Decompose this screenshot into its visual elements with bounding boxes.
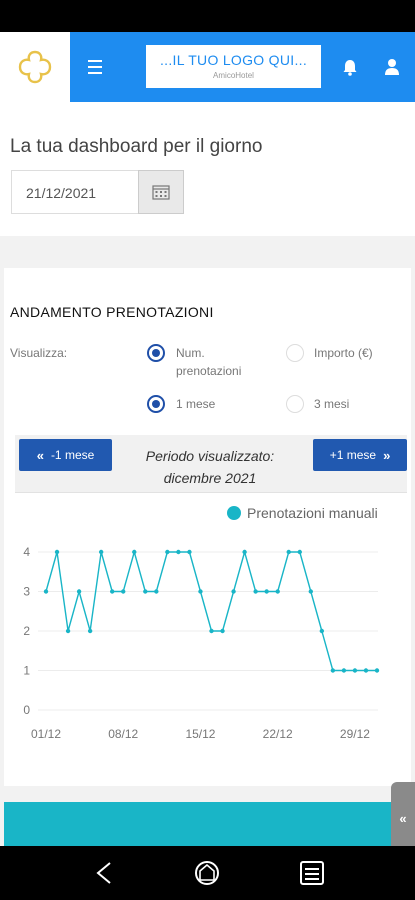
- data-point: [154, 589, 159, 594]
- data-point: [198, 589, 203, 594]
- data-point: [132, 549, 137, 555]
- clover-logo-icon: [18, 50, 52, 84]
- data-point: [187, 549, 192, 555]
- data-point: [253, 589, 258, 594]
- brand-logo[interactable]: [0, 32, 70, 102]
- data-point: [76, 589, 82, 594]
- x-tick-label: 15/12: [185, 727, 215, 741]
- legend-series-marker: [227, 506, 241, 520]
- data-point: [330, 668, 336, 673]
- radio-label-3-mesi: 3 mesi: [314, 397, 350, 411]
- data-point: [209, 628, 214, 634]
- visualize-label: Visualizza:: [10, 346, 68, 360]
- hotel-logo-placeholder[interactable]: ...IL TUO LOGO QUI... AmicoHotel: [146, 45, 321, 88]
- y-tick-label: 0: [23, 703, 30, 717]
- radio-num-prenotazioni[interactable]: [147, 344, 165, 362]
- logo-subtext: AmicoHotel: [213, 71, 254, 80]
- data-point: [231, 589, 236, 594]
- date-card: [0, 102, 415, 236]
- side-drawer-tab[interactable]: «: [391, 782, 415, 854]
- calendar-button[interactable]: [138, 170, 184, 214]
- radio-importo[interactable]: [286, 344, 304, 362]
- x-tick-label: 01/12: [31, 727, 61, 741]
- data-point: [87, 628, 93, 634]
- hamburger-menu-icon[interactable]: [80, 52, 110, 82]
- recent-apps-icon[interactable]: [297, 858, 327, 888]
- bell-icon[interactable]: [340, 57, 360, 77]
- y-tick-label: 4: [23, 545, 30, 559]
- double-chevron-left-icon: «: [399, 810, 407, 826]
- radio-label-1-mese: 1 mese: [176, 397, 216, 411]
- data-point: [352, 668, 358, 673]
- y-tick-label: 1: [23, 664, 30, 678]
- android-nav-bar: [0, 846, 415, 900]
- next-month-button[interactable]: +1 mese »: [313, 439, 407, 471]
- y-tick-label: 3: [23, 585, 30, 599]
- data-point: [297, 549, 302, 555]
- radio-1-mese[interactable]: [147, 395, 165, 413]
- data-point: [264, 589, 269, 594]
- data-point: [110, 589, 115, 594]
- home-icon[interactable]: [192, 858, 222, 888]
- y-tick-label: 2: [23, 624, 30, 638]
- double-chevron-left-icon: «: [36, 447, 44, 463]
- data-point: [165, 549, 170, 555]
- date-field[interactable]: 21/12/2021: [11, 170, 139, 214]
- bookings-line-chart: 0 1 2 3 4 01/12 08/12 15/12 22/12 29/12: [23, 545, 380, 741]
- double-chevron-right-icon: »: [383, 447, 391, 463]
- user-icon[interactable]: [382, 57, 402, 77]
- data-point: [319, 628, 325, 634]
- x-tick-label: 22/12: [263, 727, 293, 741]
- status-bar: [0, 0, 415, 32]
- back-icon[interactable]: [90, 858, 120, 888]
- data-point: [98, 549, 104, 555]
- period-value: dicembre 2021: [163, 470, 257, 486]
- series-line-prenotazioni-manuali: [45, 549, 377, 672]
- x-tick-label: 29/12: [340, 727, 370, 741]
- next-section-bar: [4, 802, 411, 846]
- radio-label-num-prenotazioni: Num. prenotazioni: [176, 346, 242, 378]
- data-point: [143, 589, 148, 594]
- page-title: La tua dashboard per il giorno: [10, 136, 263, 157]
- app-header: ...IL TUO LOGO QUI... AmicoHotel: [0, 32, 415, 102]
- radio-label-importo: Importo (€): [314, 346, 373, 360]
- bookings-section-title: ANDAMENTO PRENOTAZIONI: [10, 304, 214, 320]
- data-point: [363, 668, 369, 673]
- data-point: [220, 628, 225, 634]
- radio-3-mesi[interactable]: [286, 395, 304, 413]
- next-month-label: +1 mese: [329, 448, 377, 462]
- x-tick-label: 08/12: [108, 727, 138, 741]
- calendar-icon: [152, 185, 170, 200]
- logo-text: ...IL TUO LOGO QUI...: [159, 52, 308, 68]
- data-point: [286, 549, 291, 555]
- data-point: [54, 549, 60, 555]
- prev-month-label: -1 mese: [50, 448, 95, 462]
- data-point: [43, 589, 49, 594]
- data-point: [341, 668, 347, 673]
- data-point: [65, 628, 71, 634]
- data-point: [121, 589, 126, 594]
- period-display: Periodo visualizzato: dicembre 2021: [120, 445, 300, 489]
- data-point: [374, 668, 380, 673]
- chart-legend[interactable]: Prenotazioni manuali: [227, 505, 378, 521]
- data-point: [308, 589, 313, 594]
- period-label: Periodo visualizzato:: [145, 448, 275, 464]
- legend-series-label: Prenotazioni manuali: [247, 505, 378, 521]
- data-point: [242, 549, 247, 555]
- data-point: [275, 589, 280, 594]
- data-point: [176, 549, 181, 555]
- prev-month-button[interactable]: « -1 mese: [19, 439, 112, 471]
